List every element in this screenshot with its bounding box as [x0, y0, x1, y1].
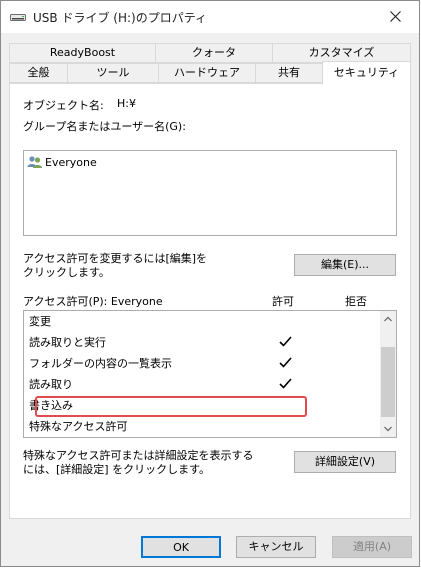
scroll-thumb[interactable]	[381, 347, 395, 417]
tab-tools[interactable]: ツール	[67, 63, 159, 83]
cancel-button[interactable]: キャンセル	[236, 536, 316, 558]
check-icon	[279, 336, 292, 347]
tab-hardware[interactable]: ハードウェア	[158, 63, 256, 83]
chevron-down-icon	[384, 426, 392, 432]
permissions-list[interactable]: 変更 読み取りと実行 フォルダーの内容の一覧表示 読み取り 書き込み 特殊なアク…	[23, 310, 397, 438]
object-name-value: H:¥	[117, 97, 136, 110]
permissions-scrollbar[interactable]	[380, 311, 396, 437]
edit-hint-text: アクセス許可を変更するには[編集]を クリックします。	[23, 252, 208, 279]
tab-readyboost[interactable]: ReadyBoost	[9, 43, 156, 63]
tab-row-back: ReadyBoost クォータ カスタマイズ	[9, 43, 411, 63]
permission-name: 読み取り	[29, 378, 73, 391]
title-bar: USB ドライブ (H:)のプロパティ	[1, 1, 419, 33]
users-icon	[27, 156, 42, 168]
permission-name: 変更	[29, 315, 51, 328]
tab-general[interactable]: 全般	[9, 63, 68, 83]
apply-button[interactable]: 適用(A)	[332, 536, 412, 558]
chevron-up-icon	[384, 316, 392, 322]
close-button[interactable]	[373, 1, 419, 33]
tab-row-front: 全般 ツール ハードウェア 共有 セキュリティ	[9, 61, 411, 84]
tab-sharing[interactable]: 共有	[255, 63, 323, 83]
permission-row-modify: 変更	[24, 311, 381, 332]
permission-row-read-execute: 読み取りと実行	[24, 332, 381, 353]
permission-row-special: 特殊なアクセス許可	[24, 416, 381, 437]
permission-name: フォルダーの内容の一覧表示	[29, 357, 172, 370]
permission-row-list-folder: フォルダーの内容の一覧表示	[24, 353, 381, 374]
permission-name: 特殊なアクセス許可	[29, 420, 128, 433]
security-panel: オブジェクト名: H:¥ グループ名またはユーザー名(G): Everyone …	[9, 83, 411, 519]
properties-dialog: USB ドライブ (H:)のプロパティ ReadyBoost クォータ カスタマ…	[0, 0, 420, 567]
highlight-write-row	[35, 396, 307, 417]
scroll-down-button[interactable]	[380, 421, 396, 437]
window-title: USB ドライブ (H:)のプロパティ	[33, 11, 207, 25]
ok-button[interactable]: OK	[141, 536, 221, 558]
tab-customize[interactable]: カスタマイズ	[272, 43, 411, 63]
tab-security[interactable]: セキュリティ	[322, 61, 411, 84]
tab-quota[interactable]: クォータ	[155, 43, 273, 63]
usb-drive-icon	[10, 14, 26, 21]
user-name: Everyone	[45, 155, 97, 169]
permission-name: 読み取りと実行	[29, 336, 106, 349]
permissions-header: アクセス許可(P): Everyone	[23, 295, 163, 308]
advanced-hint-text: 特殊なアクセス許可または詳細設定を表示する には、[詳細設定] をクリックします…	[23, 449, 254, 476]
advanced-button[interactable]: 詳細設定(V)	[294, 451, 396, 473]
close-icon	[390, 11, 401, 22]
edit-button[interactable]: 編集(E)...	[294, 254, 396, 276]
list-item-everyone[interactable]: Everyone	[27, 155, 97, 169]
deny-column-header: 拒否	[345, 295, 367, 308]
permission-row-read: 読み取り	[24, 374, 381, 395]
allow-column-header: 許可	[272, 295, 294, 308]
users-list[interactable]: Everyone	[23, 150, 397, 236]
scroll-up-button[interactable]	[380, 311, 396, 327]
check-icon	[279, 378, 292, 389]
check-icon	[279, 357, 292, 368]
object-name-label: オブジェクト名:	[23, 99, 104, 112]
groups-label: グループ名またはユーザー名(G):	[23, 120, 186, 133]
